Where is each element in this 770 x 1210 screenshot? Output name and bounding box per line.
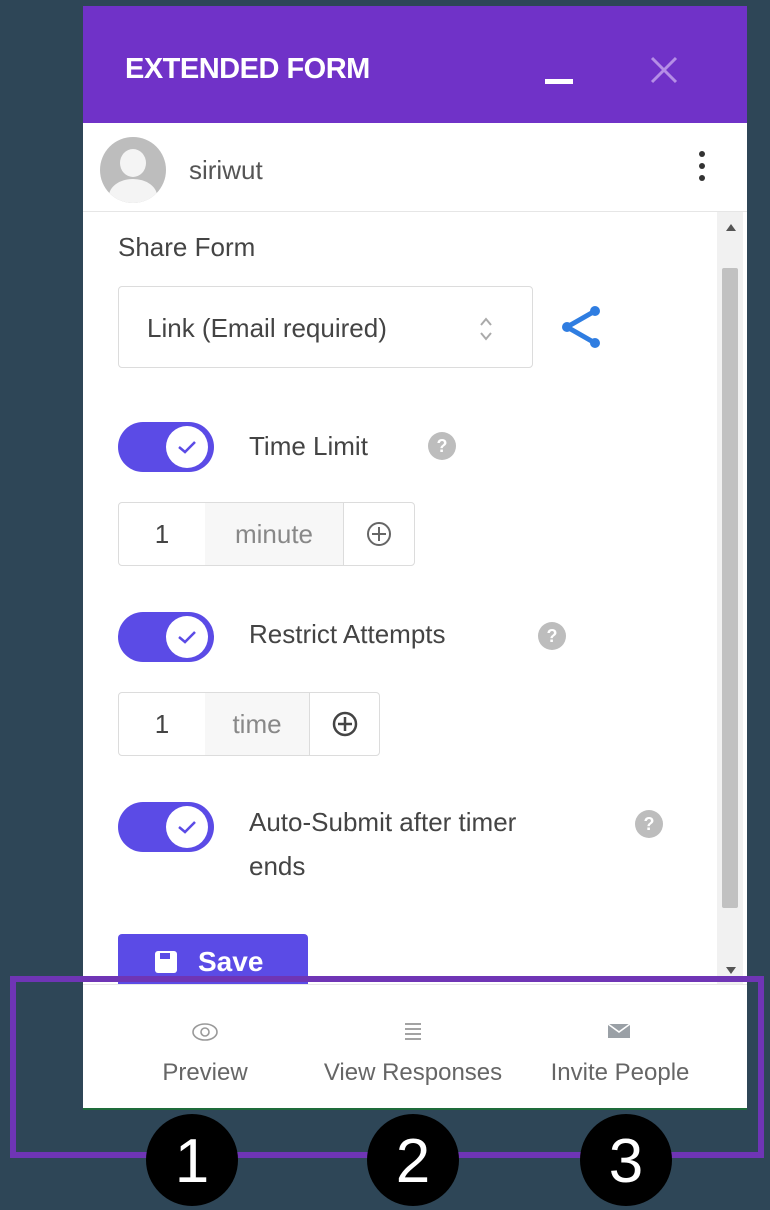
- time-limit-toggle[interactable]: [118, 422, 214, 472]
- restrict-attempts-toggle[interactable]: [118, 612, 214, 662]
- share-type-select[interactable]: Link (Email required): [118, 286, 533, 368]
- restrict-attempts-value[interactable]: 1: [119, 693, 205, 755]
- time-limit-stepper: 1 minute: [118, 502, 415, 566]
- plus-circle-icon: [367, 522, 391, 546]
- panel-header: EXTENDED FORM: [83, 6, 747, 123]
- auto-submit-label-line1: Auto-Submit after timer: [249, 807, 517, 837]
- callout-marker-1: 1: [146, 1114, 238, 1206]
- restrict-attempts-label: Restrict Attempts: [249, 619, 446, 649]
- user-bar: siriwut: [83, 123, 747, 212]
- avatar: [100, 137, 166, 203]
- close-icon[interactable]: [646, 52, 682, 88]
- auto-submit-label-line2: ends: [249, 851, 306, 881]
- panel-title: EXTENDED FORM: [125, 53, 370, 85]
- time-limit-help-icon[interactable]: ?: [428, 432, 456, 460]
- scroll-up-arrow-icon[interactable]: [726, 224, 736, 231]
- scroll-down-arrow-icon[interactable]: [726, 967, 736, 974]
- extended-form-panel: EXTENDED FORM siriwut Share Form Link (E…: [83, 6, 747, 1110]
- username: siriwut: [189, 155, 263, 185]
- time-limit-value[interactable]: 1: [119, 503, 205, 565]
- auto-submit-help-icon[interactable]: ?: [635, 810, 663, 838]
- plus-circle-icon: [332, 711, 358, 737]
- minimize-icon[interactable]: [545, 79, 573, 84]
- form-settings: Share Form Link (Email required) Time Li…: [83, 212, 717, 990]
- more-options-icon[interactable]: [697, 151, 707, 191]
- share-form-title: Share Form: [118, 232, 256, 262]
- share-type-value: Link (Email required): [147, 313, 387, 343]
- time-limit-label: Time Limit: [249, 431, 368, 461]
- scrollbar[interactable]: [717, 212, 743, 984]
- select-arrows-icon: [480, 317, 492, 341]
- time-limit-increment-button[interactable]: [343, 503, 414, 565]
- auto-submit-toggle[interactable]: [118, 802, 214, 852]
- callout-marker-2: 2: [367, 1114, 459, 1206]
- floppy-disk-icon: [155, 951, 177, 973]
- time-limit-unit: minute: [205, 503, 343, 565]
- share-icon[interactable]: [557, 305, 605, 349]
- save-label: Save: [198, 946, 264, 977]
- restrict-attempts-increment-button[interactable]: [309, 693, 380, 755]
- restrict-attempts-stepper: 1 time: [118, 692, 380, 756]
- callout-marker-3: 3: [580, 1114, 672, 1206]
- restrict-attempts-help-icon[interactable]: ?: [538, 622, 566, 650]
- scroll-thumb[interactable]: [722, 268, 738, 908]
- auto-submit-label: Auto-Submit after timer ends: [249, 800, 516, 888]
- restrict-attempts-unit: time: [205, 693, 309, 755]
